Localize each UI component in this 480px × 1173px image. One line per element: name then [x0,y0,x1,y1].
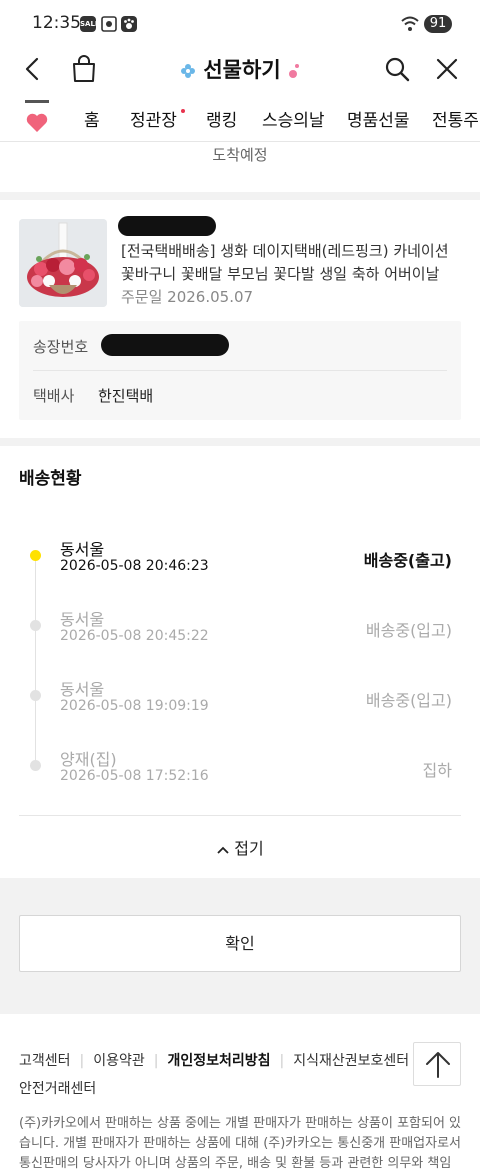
redacted-seller-name [118,216,216,236]
status-time: 12:35 [32,13,81,33]
footer-link-customer-center[interactable]: 고객센터 [19,1053,71,1069]
confirm-button[interactable]: 확인 [19,915,461,972]
pink-deco-icon [288,64,299,78]
event-time: 2026-05-08 17:52:16 [60,768,209,784]
paw-app-icon [121,16,137,32]
status-bar: 12:35 SALE 91 [0,0,480,48]
shipping-info-box: 송장번호 택배사 한진택배 [19,321,461,420]
redacted-tracking-number [101,334,229,356]
app-header: 선물하기 [0,48,480,90]
tab-luxury-gifts[interactable]: 명품선물 [347,106,410,131]
tab-traditional-liquor[interactable]: 전통주 [432,106,479,131]
footer-link-terms[interactable]: 이용약관 [93,1053,145,1069]
event-status: 배송중(출고) [363,551,452,570]
tab-teachers-day[interactable]: 스승의날 [262,106,325,131]
product-thumbnail[interactable] [19,219,107,307]
footer: 고객센터 | 이용약관 | 개인정보처리방침 | 지식재산권보호센터 안전거래센터 (주)카… [0,1014,480,1173]
event-place: 동서울 [60,680,105,699]
event-status: 배송중(입고) [365,621,452,640]
carrier-value: 한진택배 [98,387,154,405]
close-icon[interactable] [432,54,462,84]
section-divider [0,192,480,200]
tab-home[interactable]: 홈 [84,106,100,131]
battery-indicator: 91 [424,15,452,33]
timeline-line [35,556,36,766]
collapse-button[interactable]: 접기 [0,835,480,859]
footer-link-privacy[interactable]: 개인정보처리방침 [168,1053,271,1069]
wifi-icon [401,16,419,31]
timeline-dot [30,690,41,701]
confirm-area: 확인 [0,878,480,1014]
timeline-dot [30,620,41,631]
timeline-dot [30,760,41,771]
favorite-heart-icon[interactable] [24,98,50,136]
carrier-label: 택배사 [33,387,75,405]
footer-link-safe-trade[interactable]: 안전거래센터 [19,1078,96,1098]
tab-jeonggwanjang[interactable]: 정관장 [130,106,177,131]
category-tabs: 홈 정관장 랭킹 스승의날 명품선물 전통주 [0,96,480,142]
timeline-dot-active [30,550,41,561]
search-icon[interactable] [382,54,412,84]
page-title: 선물하기 [203,58,281,82]
order-date: 주문일 2026.05.07 [121,288,254,306]
event-place: 동서울 [60,540,105,559]
fold-divider [19,815,461,816]
tracking-section-title: 배송현황 [19,469,82,489]
footer-links: 고객센터 | 이용약관 | 개인정보처리방침 | 지식재산권보호센터 [19,1053,410,1069]
flower-basket-image [19,219,107,307]
event-time: 2026-05-08 20:46:23 [60,558,209,574]
event-time: 2026-05-08 19:09:19 [60,698,209,714]
info-divider [33,370,447,371]
footer-notice: (주)카카오에서 판매하는 상품 중에는 개별 판매자가 판매하는 상품이 포함… [19,1116,462,1171]
event-time: 2026-05-08 20:45:22 [60,628,209,644]
chevron-up-icon [217,846,229,854]
section-divider [0,438,480,446]
screenshot-icon [101,16,117,32]
tab-ranking[interactable]: 랭킹 [206,106,237,131]
product-name[interactable]: [전국택배배송] 생화 데이지택배(레드핑크) 카네이션 꽃바구니 꽃배달 부모… [121,240,463,286]
collapse-label: 접기 [234,839,264,858]
event-place: 동서울 [60,610,105,629]
delivery-estimate-label: 도착예정 [212,146,268,164]
event-status: 배송중(입고) [365,691,452,710]
event-place: 양재(집) [60,750,117,769]
arrow-up-icon [426,1052,450,1078]
footer-link-ip-protection[interactable]: 지식재산권보호센터 [293,1053,409,1069]
tracking-number-label: 송장번호 [33,338,89,356]
scroll-to-top-button[interactable] [413,1042,461,1086]
sale-badge-icon: SALE [80,16,100,32]
flower-deco-icon [181,64,196,78]
event-status: 집하 [422,761,452,780]
new-dot-badge [181,109,185,113]
